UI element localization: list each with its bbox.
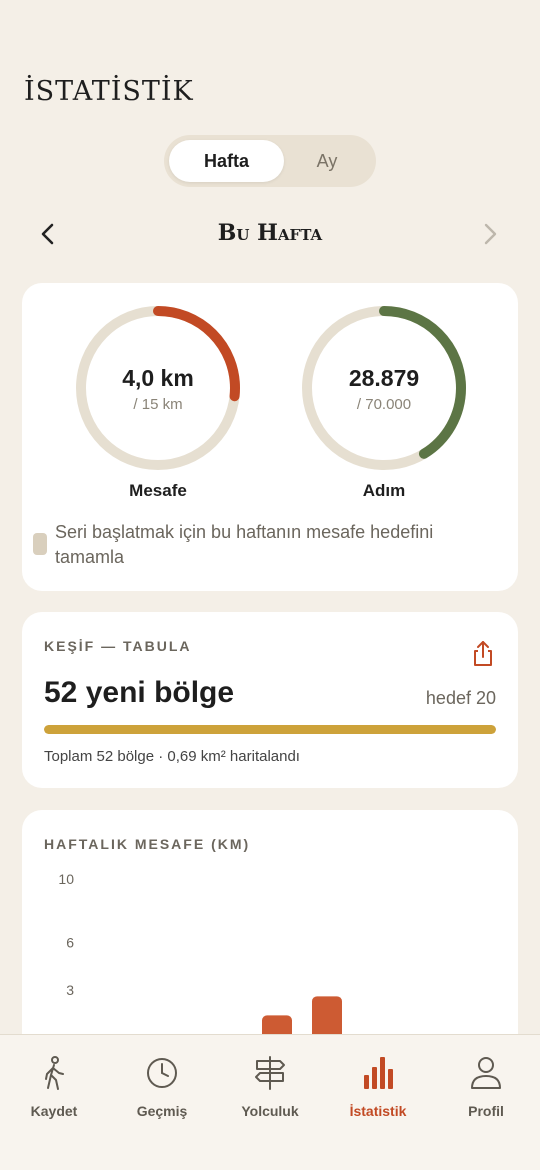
tab-profil[interactable]: Profil bbox=[432, 1055, 540, 1125]
discovery-summary: Toplam 52 bölge · 0,69 km² haritalandı bbox=[44, 748, 300, 765]
steps-label: Adım bbox=[362, 481, 406, 500]
share-icon bbox=[474, 641, 492, 666]
tab-label: İstatistik bbox=[349, 1103, 407, 1119]
distance-goal: / 15 km bbox=[133, 396, 183, 413]
tab-istatistik[interactable]: İstatistik bbox=[324, 1055, 432, 1125]
segment-month[interactable]: Ay bbox=[284, 140, 370, 182]
tab-gecmis[interactable]: Geçmiş bbox=[108, 1055, 216, 1125]
steps-value: 28.879 bbox=[348, 365, 420, 391]
streak-hint: Seri başlatmak için bu haftanın mesafe h… bbox=[55, 522, 434, 567]
chevron-right-icon bbox=[484, 223, 497, 245]
discovery-goal: hedef 20 bbox=[425, 688, 496, 708]
weekly-distance-chart: 10 6 3 bbox=[58, 871, 342, 1070]
discovery-count: 52 yeni bölge bbox=[44, 676, 235, 709]
bottom-tab-bar: Kaydet Geçmiş Yolculuk İstatistik Profil bbox=[0, 1034, 540, 1170]
signpost-icon bbox=[255, 1056, 285, 1090]
y-tick-label: 6 bbox=[66, 934, 74, 950]
y-tick-label: 3 bbox=[66, 982, 74, 998]
tab-label: Kaydet bbox=[30, 1103, 78, 1119]
page-title: İSTATİSTİK bbox=[24, 76, 194, 107]
tab-yolculuk[interactable]: Yolculuk bbox=[216, 1055, 324, 1125]
discovery-progress-bar bbox=[44, 725, 496, 734]
discovery-card: KEŞİF — TABULA 52 yeni bölge hedef 20 To… bbox=[22, 612, 518, 788]
distance-label: Mesafe bbox=[129, 481, 187, 500]
tab-label: Yolculuk bbox=[241, 1103, 299, 1119]
tab-kaydet[interactable]: Kaydet bbox=[0, 1055, 108, 1125]
distance-value: 4,0 km bbox=[122, 365, 194, 391]
steps-ring: 28.879 / 70.000 bbox=[299, 303, 469, 473]
streak-indicator bbox=[33, 533, 47, 555]
segment-week[interactable]: Hafta bbox=[169, 140, 284, 182]
next-week-button[interactable] bbox=[474, 218, 506, 250]
tab-label: Profil bbox=[468, 1103, 504, 1119]
distance-ring: 4,0 km / 15 km bbox=[73, 303, 243, 473]
steps-goal: / 70.000 bbox=[356, 396, 412, 413]
discovery-title: KEŞİF — TABULA bbox=[44, 638, 192, 654]
weekly-distance-card: HAFTALIK MESAFE (KM) 10 6 3 bbox=[22, 810, 518, 1070]
walk-icon bbox=[45, 1056, 64, 1090]
bar-chart-icon bbox=[364, 1057, 393, 1089]
user-icon bbox=[471, 1057, 501, 1089]
discovery-progress-fill bbox=[44, 725, 496, 734]
clock-icon bbox=[147, 1058, 177, 1088]
tab-label: Geçmiş bbox=[136, 1103, 188, 1119]
week-navigator: Bu Hafta bbox=[0, 212, 540, 256]
period-segmented-control: Hafta Ay bbox=[164, 135, 376, 187]
week-label: Bu Hafta bbox=[217, 220, 323, 246]
share-button[interactable] bbox=[470, 640, 496, 668]
y-tick-label: 10 bbox=[58, 871, 74, 887]
weekly-summary-card: 4,0 km / 15 km Mesafe 28.879 / 70.000 Ad… bbox=[22, 283, 518, 591]
